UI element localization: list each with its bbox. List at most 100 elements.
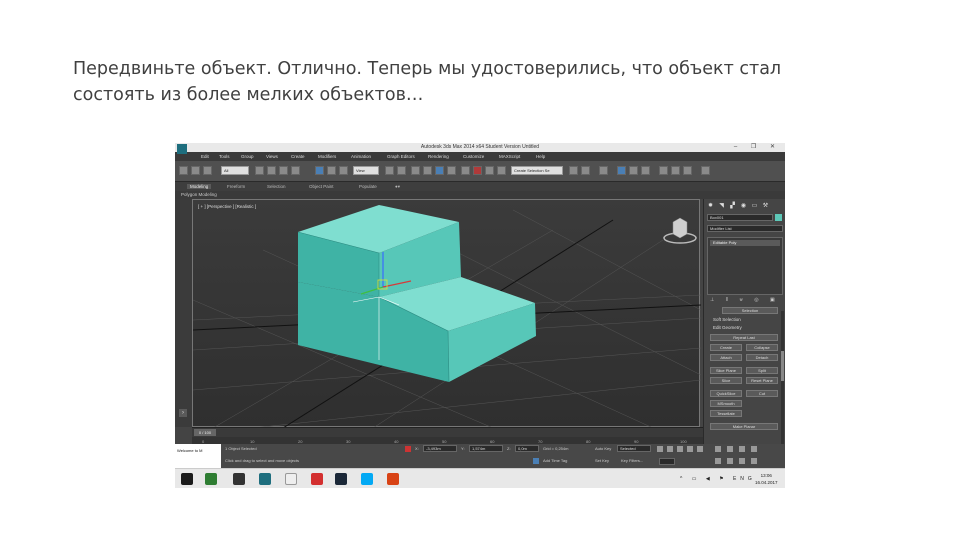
slice-plane-button[interactable]: Slice Plane bbox=[710, 367, 742, 374]
perspective-viewport[interactable]: [ + ] [Perspective ] [Realistic ] bbox=[192, 199, 701, 428]
steam-icon[interactable] bbox=[335, 473, 347, 485]
utilities-tab-icon[interactable]: ⚒ bbox=[762, 203, 769, 210]
powerpoint-icon[interactable] bbox=[387, 473, 399, 485]
time-slider[interactable]: 0 / 100 bbox=[194, 429, 216, 436]
modify-tab-icon[interactable]: ◥ bbox=[718, 203, 725, 210]
ref-coord-dropdown[interactable]: View bbox=[353, 166, 379, 175]
link-icon[interactable] bbox=[203, 166, 212, 175]
edit-named-sets-icon[interactable] bbox=[461, 166, 470, 175]
cut-button[interactable]: Cut bbox=[746, 390, 778, 397]
menu-views[interactable]: Views bbox=[266, 154, 278, 159]
opera-icon[interactable] bbox=[311, 473, 323, 485]
menu-help[interactable]: Help bbox=[536, 154, 545, 159]
explorer-icon[interactable] bbox=[285, 473, 297, 485]
stack-tools-icons[interactable]: ⊥ ‖ ⊎ ◎ ▣ bbox=[710, 297, 780, 303]
scale-icon[interactable] bbox=[339, 166, 348, 175]
time-tag-icon[interactable] bbox=[533, 458, 539, 464]
select-by-name-icon[interactable] bbox=[267, 166, 276, 175]
start-icon[interactable] bbox=[181, 473, 193, 485]
zoom-extents-icon[interactable] bbox=[739, 446, 745, 452]
schematic-view-icon[interactable] bbox=[629, 166, 638, 175]
display-tab-icon[interactable]: ▭ bbox=[751, 203, 758, 210]
lock-selection-icon[interactable] bbox=[405, 446, 411, 452]
zoom-all-icon[interactable] bbox=[727, 446, 733, 452]
selected-dropdown[interactable]: Selected bbox=[617, 445, 651, 452]
maximize-viewport-icon[interactable] bbox=[751, 458, 757, 464]
menu-group[interactable]: Group bbox=[241, 154, 254, 159]
object-name-field[interactable]: Box001 bbox=[707, 214, 773, 221]
named-selection-dropdown[interactable]: Create Selection Se bbox=[511, 166, 563, 175]
tab-selection[interactable]: Selection bbox=[267, 184, 286, 189]
modifier-list-dropdown[interactable]: Modifier List bbox=[707, 225, 783, 232]
key-filters-button[interactable]: Key Filters... bbox=[621, 458, 643, 463]
excel-icon[interactable] bbox=[205, 473, 217, 485]
menu-rendering[interactable]: Rendering bbox=[428, 154, 449, 159]
track-bar[interactable]: 0 10 20 30 40 50 60 70 80 90 100 bbox=[192, 437, 703, 444]
undo-icon[interactable] bbox=[179, 166, 188, 175]
pan-icon[interactable] bbox=[727, 458, 733, 464]
go-to-start-icon[interactable] bbox=[657, 446, 663, 452]
menu-modifiers[interactable]: Modifiers bbox=[318, 154, 336, 159]
viewport-label[interactable]: [ + ] [Perspective ] [Realistic ] bbox=[198, 204, 256, 209]
maxscript-listener[interactable]: Welcome to M bbox=[175, 444, 221, 468]
material-editor-icon[interactable] bbox=[641, 166, 650, 175]
render-setup-icon[interactable] bbox=[659, 166, 668, 175]
percent-snap-icon[interactable] bbox=[435, 166, 444, 175]
rollout-soft-selection[interactable]: Soft Selection bbox=[707, 317, 783, 323]
attach-button[interactable]: Attach bbox=[710, 354, 742, 361]
command-panel-scrollbar[interactable] bbox=[781, 311, 784, 451]
align-icon[interactable] bbox=[485, 166, 494, 175]
language-indicator[interactable]: ENG bbox=[733, 476, 756, 482]
hierarchy-tab-icon[interactable]: ▞ bbox=[729, 203, 736, 210]
3ds-max-icon[interactable] bbox=[259, 473, 271, 485]
add-time-tag[interactable]: Add Time Tag bbox=[543, 458, 567, 463]
menu-maxscript[interactable]: MAXScript bbox=[499, 154, 520, 159]
reset-plane-button[interactable]: Reset Plane bbox=[746, 377, 778, 384]
create-tab-icon[interactable]: ✹ bbox=[707, 203, 714, 210]
rendered-frame-icon[interactable] bbox=[671, 166, 680, 175]
auto-key-label[interactable]: Auto Key bbox=[595, 446, 611, 451]
collapse-button[interactable]: Collapse bbox=[746, 344, 778, 351]
polygon-modeling-label[interactable]: Polygon Modeling bbox=[181, 192, 217, 197]
window-crossing-icon[interactable] bbox=[291, 166, 300, 175]
create-button[interactable]: Create bbox=[710, 344, 742, 351]
system-clock[interactable]: 13:06 16.04.2017 bbox=[755, 472, 778, 486]
rollout-edit-geometry[interactable]: Edit Geometry bbox=[707, 325, 783, 331]
rect-selection-icon[interactable] bbox=[279, 166, 288, 175]
z-coordinate-field[interactable]: 0,0m bbox=[515, 445, 539, 452]
orbit-icon[interactable] bbox=[739, 458, 745, 464]
repeat-last-button[interactable]: Repeat Last bbox=[710, 334, 778, 341]
menu-graph-editors[interactable]: Graph Editors bbox=[387, 154, 415, 159]
align-tool-icon[interactable] bbox=[581, 166, 590, 175]
box-object[interactable] bbox=[297, 205, 536, 383]
curve-editor-icon[interactable] bbox=[617, 166, 626, 175]
detach-button[interactable]: Detach bbox=[746, 354, 778, 361]
app-logo-icon[interactable] bbox=[177, 144, 187, 154]
window-controls[interactable]: – ❐ ✕ bbox=[734, 143, 781, 150]
tab-object-paint[interactable]: Object Paint bbox=[309, 184, 334, 189]
zoom-extents-all-icon[interactable] bbox=[751, 446, 757, 452]
x-coordinate-field[interactable]: -3,493m bbox=[423, 445, 457, 452]
motion-tab-icon[interactable]: ◉ bbox=[740, 203, 747, 210]
skype-icon[interactable] bbox=[361, 473, 373, 485]
scrollbar-thumb[interactable] bbox=[781, 351, 784, 381]
previous-frame-icon[interactable] bbox=[667, 446, 673, 452]
manipulate-icon[interactable] bbox=[397, 166, 406, 175]
scene-explorer-icon[interactable] bbox=[599, 166, 608, 175]
menu-create[interactable]: Create bbox=[291, 154, 305, 159]
make-planar-button[interactable]: Make Planar bbox=[710, 423, 778, 430]
mirror-tool-icon[interactable] bbox=[569, 166, 578, 175]
split-button[interactable]: Split bbox=[746, 367, 778, 374]
menu-animation[interactable]: Animation bbox=[351, 154, 371, 159]
redo-icon[interactable] bbox=[191, 166, 200, 175]
selection-filter-dropdown[interactable]: All bbox=[221, 166, 249, 175]
slice-button[interactable]: Slice bbox=[710, 377, 742, 384]
spinner-snap-icon[interactable] bbox=[447, 166, 456, 175]
play-icon[interactable] bbox=[677, 446, 683, 452]
snap-3d-icon[interactable] bbox=[411, 166, 420, 175]
menu-customize[interactable]: Customize bbox=[463, 154, 484, 159]
rotate-icon[interactable] bbox=[327, 166, 336, 175]
menu-edit[interactable]: Edit bbox=[201, 154, 209, 159]
selection-rollout-button[interactable]: Selection bbox=[722, 307, 778, 314]
next-frame-icon[interactable] bbox=[687, 446, 693, 452]
